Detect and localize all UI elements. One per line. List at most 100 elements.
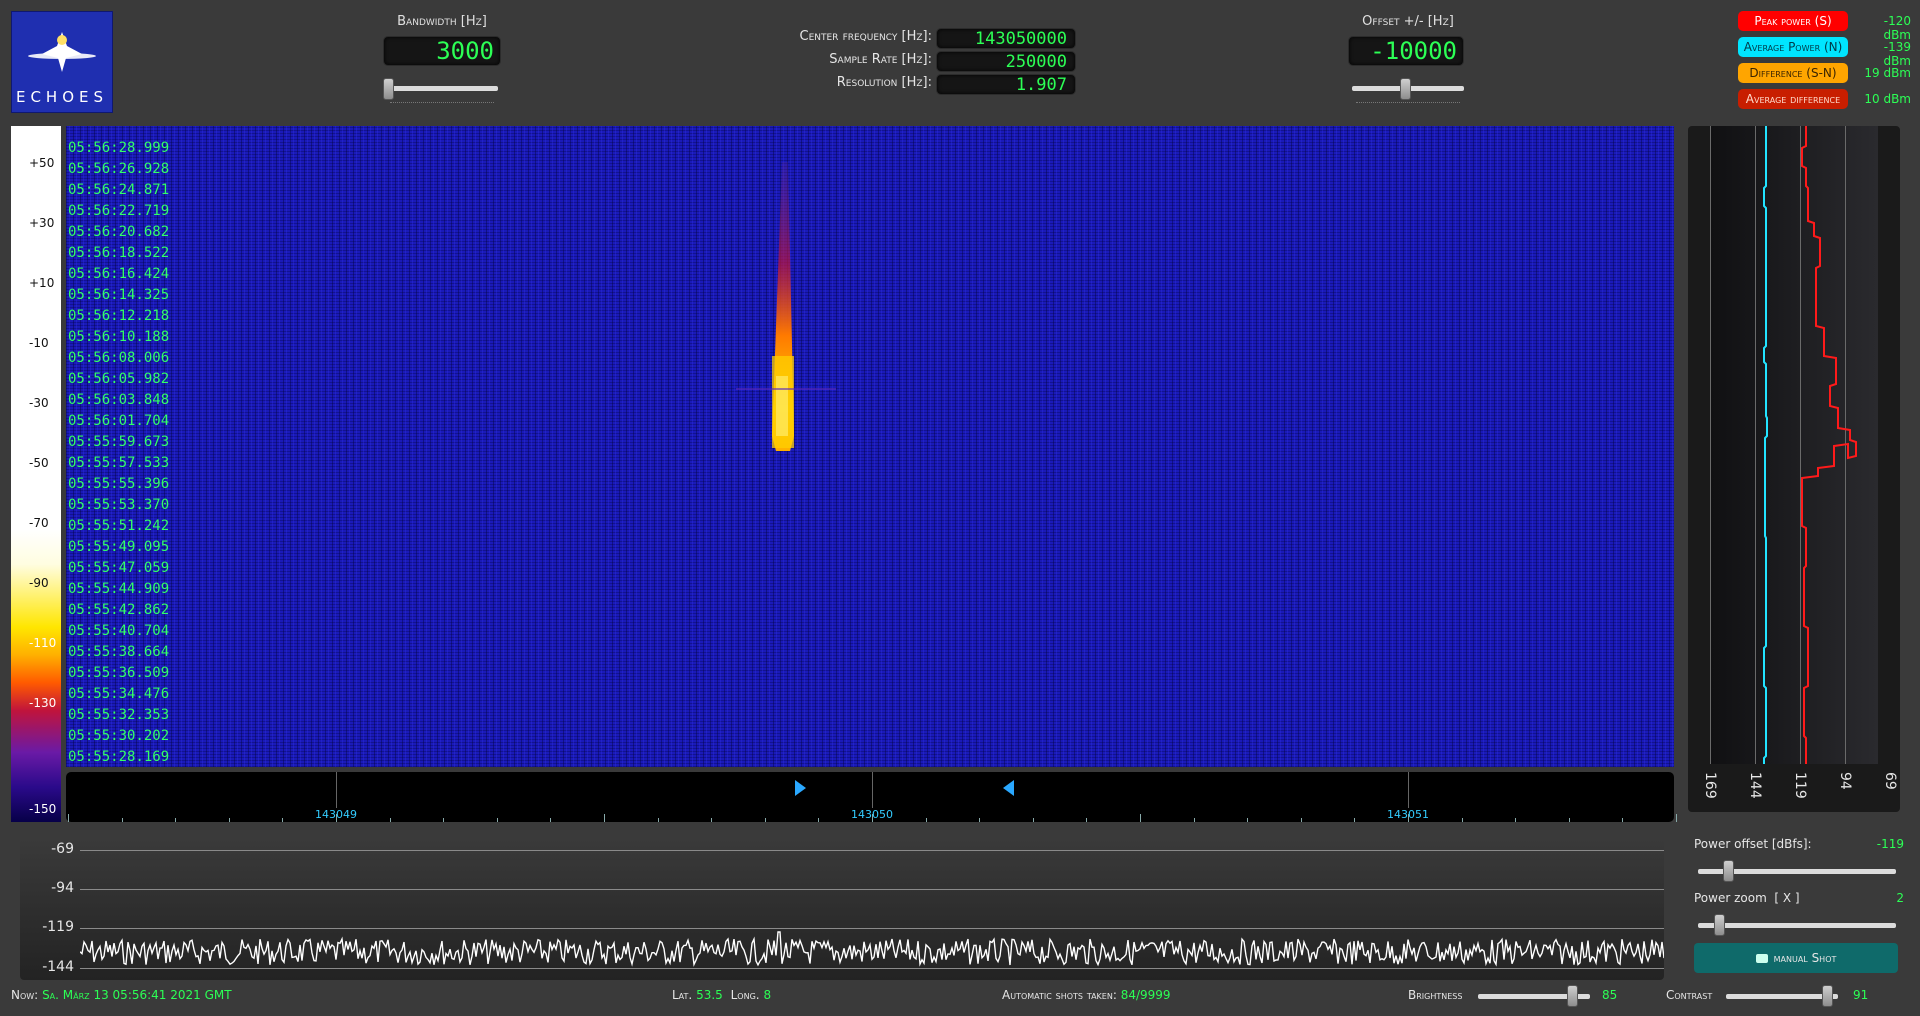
center-frequency-display[interactable]: 143050000 bbox=[936, 28, 1076, 49]
colorbar-label: -150 bbox=[29, 802, 57, 816]
contrast-number: 91 bbox=[1853, 988, 1869, 1002]
frequency-tick bbox=[121, 818, 123, 822]
frequency-major-gridline bbox=[872, 772, 873, 808]
bandwidth-slider-thumb[interactable] bbox=[383, 78, 395, 100]
average-difference-badge: Average difference bbox=[1738, 89, 1848, 109]
manual-shot-button[interactable]: manual Shot bbox=[1694, 943, 1898, 973]
frequency-major-gridline bbox=[1408, 772, 1409, 808]
bandwidth-left-marker-icon[interactable] bbox=[795, 780, 806, 796]
timestamp: 05:56:14.325 bbox=[68, 287, 170, 303]
meteor-echo-trace bbox=[736, 162, 836, 451]
frequency-label: 143049 bbox=[315, 808, 357, 821]
timestamp: 05:55:51.242 bbox=[68, 518, 170, 534]
timestamp: 05:56:20.682 bbox=[68, 224, 170, 240]
brightness-slider-thumb[interactable] bbox=[1567, 985, 1578, 1007]
power-zoom-slider-track[interactable] bbox=[1698, 923, 1896, 928]
waterfall-display[interactable]: 05:56:28.999 05:56:26.928 05:56:24.871 05:5… bbox=[66, 126, 1674, 767]
power-spectrum-plot: -69 -94 -119 -144 bbox=[20, 838, 1664, 980]
frequency-tick bbox=[657, 818, 659, 822]
frequency-tick bbox=[764, 818, 766, 822]
colorbar-label: -70 bbox=[29, 516, 49, 530]
spectrum-scale-label: -69 bbox=[51, 841, 74, 857]
sample-rate-display[interactable]: 250000 bbox=[936, 51, 1076, 72]
timestamp: 05:56:12.218 bbox=[68, 308, 170, 324]
meteor-bird-icon bbox=[28, 32, 96, 72]
frequency-tick bbox=[979, 818, 981, 822]
frequency-tick bbox=[925, 818, 927, 822]
offset-label: Offset +/- [Hz] bbox=[1362, 14, 1454, 29]
colorbar-label: -30 bbox=[29, 396, 49, 410]
bandwidth-slider-ticks bbox=[390, 98, 494, 103]
timestamp: 05:55:57.533 bbox=[68, 455, 170, 471]
spectrum-scale-label: -94 bbox=[51, 880, 74, 896]
brightness-label: Brightness bbox=[1408, 988, 1463, 1002]
power-offset-slider-thumb[interactable] bbox=[1723, 860, 1734, 882]
timestamp: 05:55:34.476 bbox=[68, 686, 170, 702]
timestamp: 05:56:03.848 bbox=[68, 392, 170, 408]
brightness-value: 85 bbox=[1602, 988, 1617, 1002]
frequency-major-gridline bbox=[336, 772, 337, 808]
lat-label: Lat. bbox=[672, 988, 693, 1002]
frequency-label: 143050 bbox=[851, 808, 893, 821]
timestamp: 05:56:01.704 bbox=[68, 413, 170, 429]
colorbar-label: -10 bbox=[29, 336, 49, 350]
center-frequency-label: Center frequency [Hz]: bbox=[799, 29, 933, 44]
difference-value: 19 dBm bbox=[1864, 66, 1911, 80]
frequency-tick bbox=[282, 818, 284, 822]
frequency-tick bbox=[68, 814, 69, 822]
frequency-tick bbox=[443, 818, 445, 822]
echoes-logo: ECHOES bbox=[11, 11, 113, 113]
timestamp: 05:56:22.719 bbox=[68, 203, 170, 219]
colorbar-label: -130 bbox=[29, 696, 57, 710]
contrast-value: 91 bbox=[1853, 988, 1868, 1002]
contrast-slider-thumb[interactable] bbox=[1822, 985, 1833, 1007]
now-value: Sa. März 13 05:56:41 2021 GMT bbox=[42, 988, 232, 1002]
timestamp: 05:55:49.095 bbox=[68, 539, 170, 555]
timestamp: 05:55:42.862 bbox=[68, 602, 170, 618]
timestamp: 05:55:47.059 bbox=[68, 560, 170, 576]
peak-power-value: -120 dBm bbox=[1883, 14, 1911, 42]
frequency-tick bbox=[1032, 818, 1034, 822]
timestamp: 05:56:05.982 bbox=[68, 371, 170, 387]
power-scale-label: 119 bbox=[1792, 772, 1808, 799]
frequency-tick bbox=[1568, 818, 1570, 822]
status-location: Lat. 53.5 Long. 8 bbox=[672, 988, 771, 1002]
timestamp: 05:55:59.673 bbox=[68, 434, 170, 450]
shots-label: Automatic shots taken: bbox=[1002, 988, 1117, 1002]
frequency-tick bbox=[1461, 818, 1463, 822]
bandwidth-display[interactable]: 3000 bbox=[383, 36, 501, 66]
frequency-tick bbox=[604, 814, 605, 822]
timestamp: 05:56:08.006 bbox=[68, 350, 170, 366]
bandwidth-right-marker-icon[interactable] bbox=[1003, 780, 1014, 796]
timestamp: 05:56:26.928 bbox=[68, 161, 170, 177]
timestamp: 05:56:18.522 bbox=[68, 245, 170, 261]
colorbar-label: +30 bbox=[29, 216, 55, 230]
power-scale-label: 169 bbox=[1702, 772, 1718, 799]
frequency-tick bbox=[175, 818, 177, 822]
frequency-tick bbox=[1086, 818, 1088, 822]
timestamp: 05:55:30.202 bbox=[68, 728, 170, 744]
frequency-tick bbox=[1300, 818, 1302, 822]
power-zoom-label: Power zoom [ X ] bbox=[1694, 891, 1800, 905]
colorbar-label: -50 bbox=[29, 456, 49, 470]
long-value: 8 bbox=[763, 988, 772, 1002]
timestamp: 05:55:28.169 bbox=[68, 749, 170, 765]
frequency-tick bbox=[1193, 818, 1195, 822]
spectrum-scale-label: -144 bbox=[42, 959, 74, 975]
timestamp: 05:55:55.396 bbox=[68, 476, 170, 492]
frequency-axis[interactable]: 143049 143050 143051 bbox=[66, 772, 1677, 822]
average-power-badge: Average Power (N) bbox=[1738, 37, 1848, 57]
bandwidth-slider-track[interactable] bbox=[386, 86, 498, 91]
frequency-tick bbox=[1622, 818, 1624, 822]
colorbar-label: -110 bbox=[29, 636, 57, 650]
status-shots: Automatic shots taken: 84/9999 bbox=[1002, 988, 1171, 1002]
offset-display[interactable]: -10000 bbox=[1348, 36, 1464, 66]
power-scale-label: 69 bbox=[1882, 772, 1898, 790]
power-zoom-value: 2 bbox=[1896, 891, 1904, 905]
colorbar-label: -90 bbox=[29, 576, 49, 590]
offset-slider-thumb[interactable] bbox=[1399, 78, 1411, 100]
power-offset-label: Power offset [dBfs]: bbox=[1694, 837, 1812, 851]
power-zoom-slider-thumb[interactable] bbox=[1714, 914, 1725, 936]
timestamp: 05:55:40.704 bbox=[68, 623, 170, 639]
frequency-label: 143051 bbox=[1387, 808, 1429, 821]
